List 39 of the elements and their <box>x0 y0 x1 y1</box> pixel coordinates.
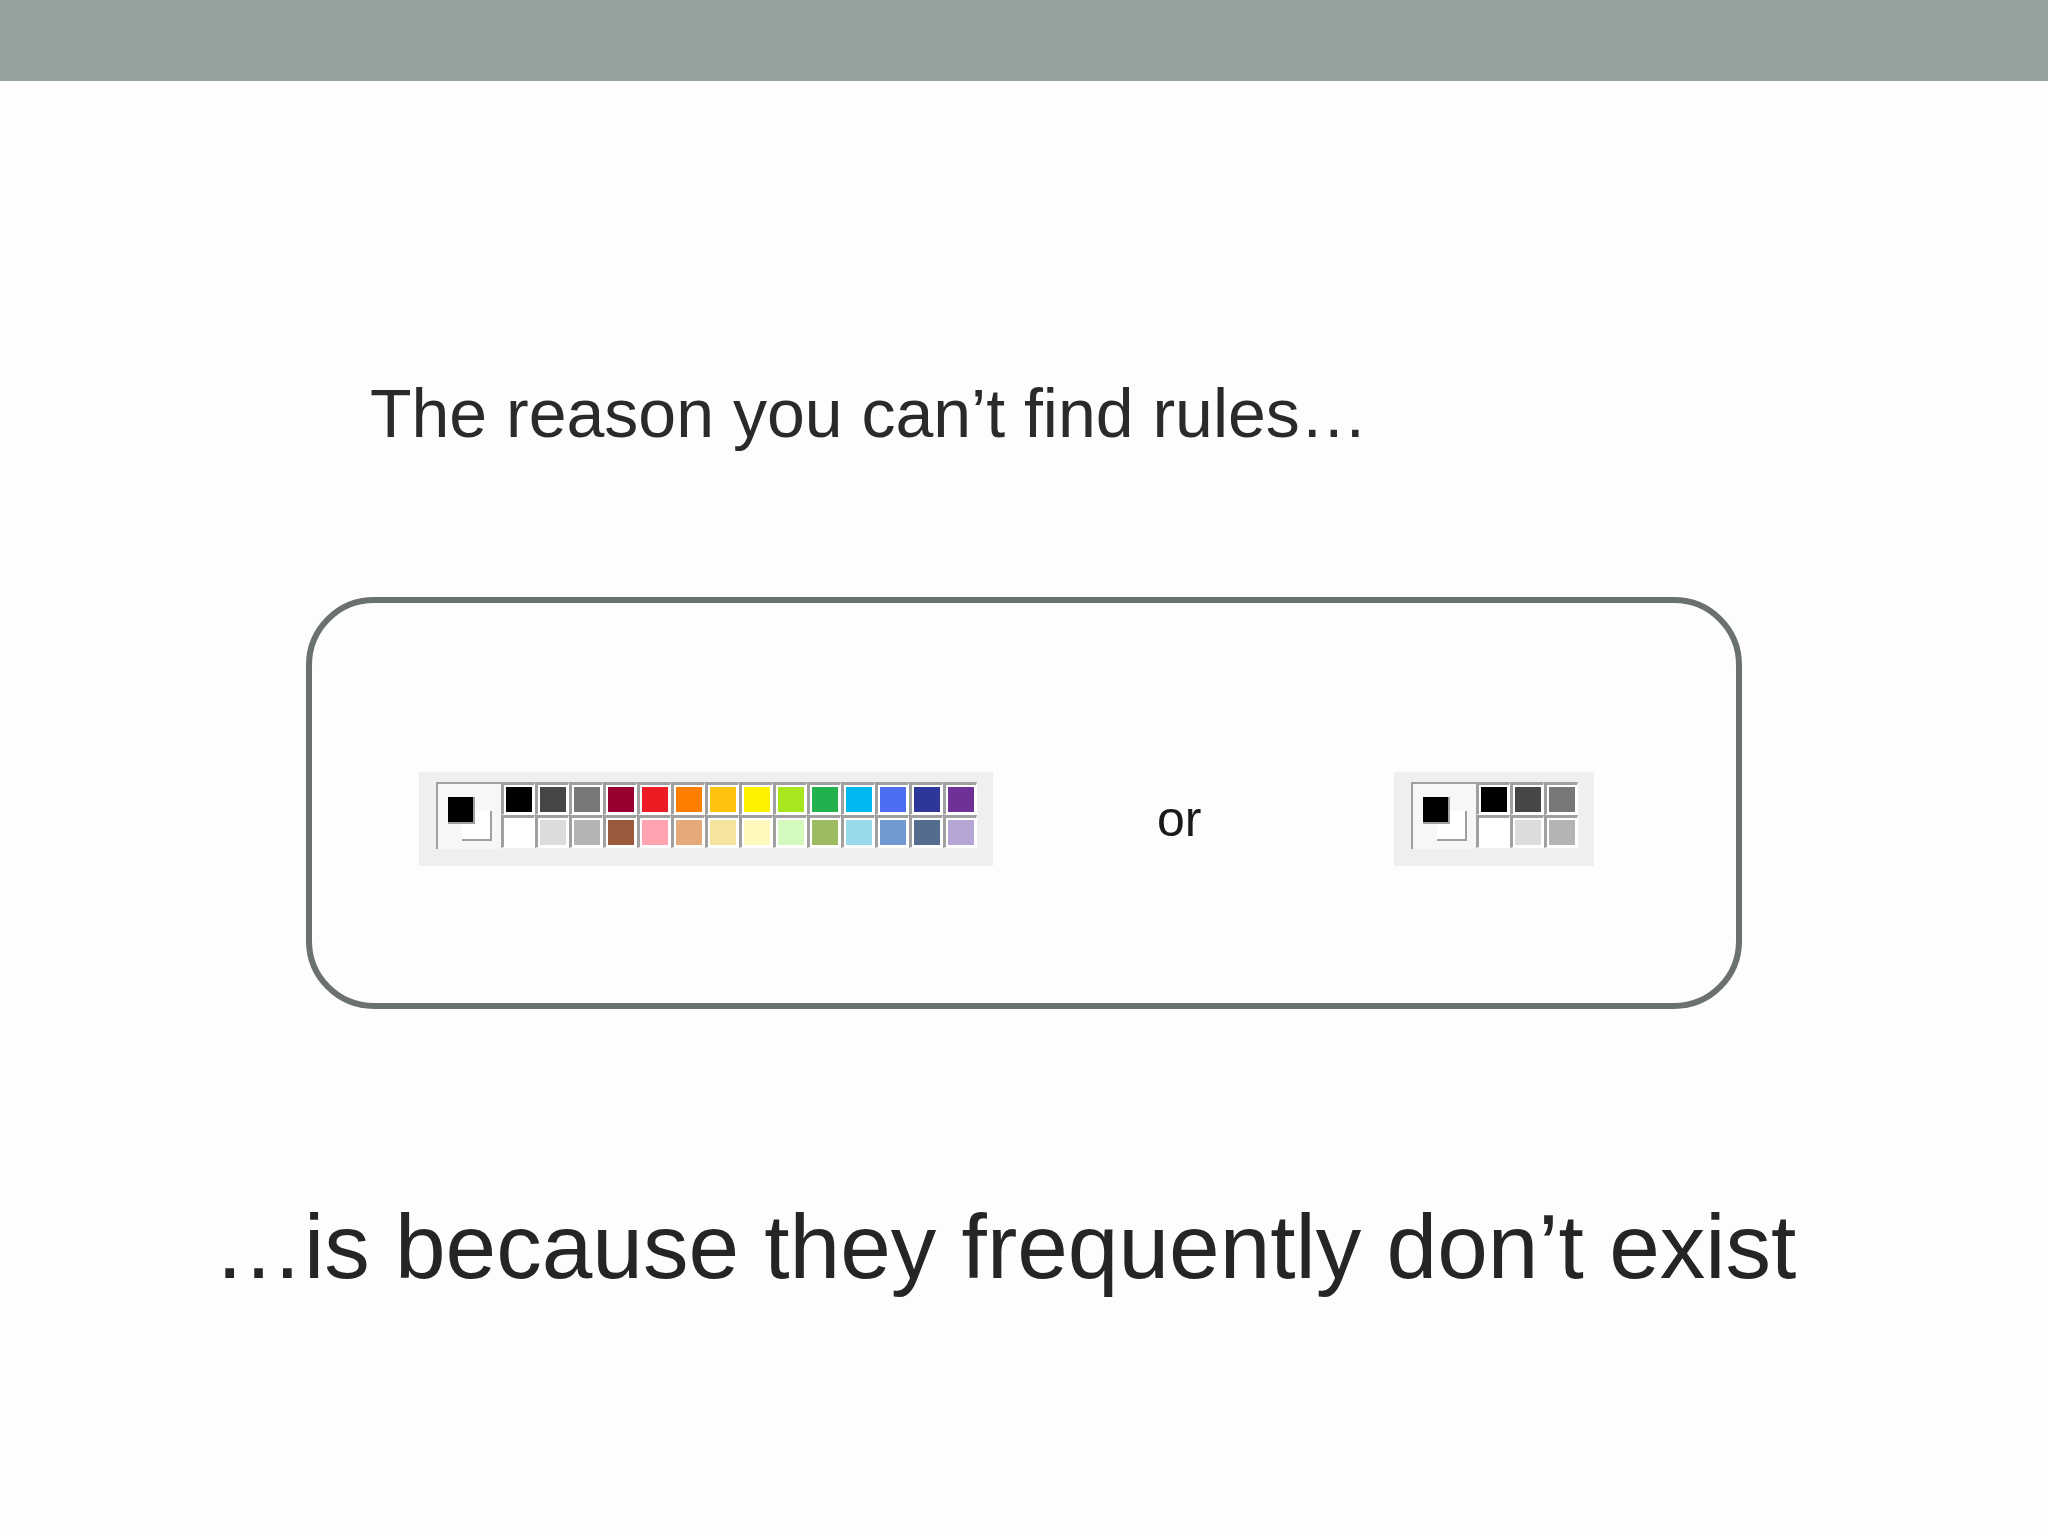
color-swatch-icon[interactable] <box>1544 815 1579 849</box>
color-swatch-icon[interactable] <box>637 782 671 816</box>
color-swatch-icon[interactable] <box>943 815 977 849</box>
color-swatch-icon[interactable] <box>535 815 569 849</box>
color-swatch-icon[interactable] <box>501 782 535 816</box>
color-swatch-icon[interactable] <box>1544 782 1579 816</box>
color-swatch-icon[interactable] <box>569 782 603 816</box>
color-swatch-icon[interactable] <box>841 782 875 816</box>
color-swatch-icon[interactable] <box>739 782 773 816</box>
color-swatch-icon[interactable] <box>637 815 671 849</box>
slide-title: The reason you can’t find rules… <box>370 374 1368 453</box>
color-swatch-icon[interactable] <box>909 815 943 849</box>
color-swatch-icon[interactable] <box>841 815 875 849</box>
color-swatch-icon[interactable] <box>773 815 807 849</box>
color-swatch-icon[interactable] <box>875 782 909 816</box>
color-selector-icon <box>1411 782 1477 850</box>
color-swatch-icon[interactable] <box>909 782 943 816</box>
color-swatch-icon[interactable] <box>705 815 739 849</box>
color-swatch-icon[interactable] <box>671 815 705 849</box>
color-swatch-icon[interactable] <box>807 782 841 816</box>
color-swatch-icon[interactable] <box>603 782 637 816</box>
separator-text: or <box>1157 790 1202 850</box>
color-swatch-icon[interactable] <box>739 815 773 849</box>
color-swatch-icon[interactable] <box>501 815 535 849</box>
color-swatch-icon[interactable] <box>603 815 637 849</box>
color-swatch-icon[interactable] <box>1476 815 1511 849</box>
color-swatch-icon[interactable] <box>1510 815 1545 849</box>
color-swatch-icon[interactable] <box>1510 782 1545 816</box>
color-swatch-icon[interactable] <box>705 782 739 816</box>
color-swatch-icon[interactable] <box>773 782 807 816</box>
slide-caption: …is because they frequently don’t exist <box>213 1194 1797 1299</box>
color-swatch-icon[interactable] <box>569 815 603 849</box>
color-swatch-icon[interactable] <box>943 782 977 816</box>
color-swatch-icon[interactable] <box>671 782 705 816</box>
color-swatch-icon[interactable] <box>1476 782 1511 816</box>
color-swatch-icon[interactable] <box>807 815 841 849</box>
color-swatch-icon[interactable] <box>535 782 569 816</box>
color-swatch-icon[interactable] <box>875 815 909 849</box>
color-selector-icon <box>436 782 501 850</box>
